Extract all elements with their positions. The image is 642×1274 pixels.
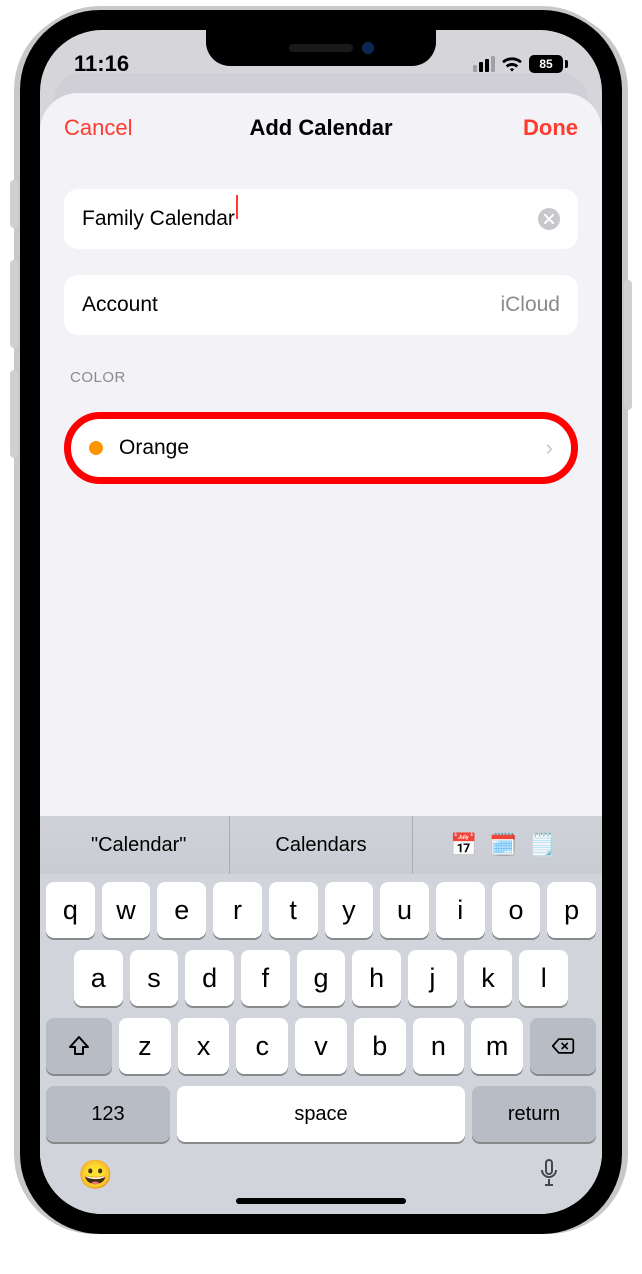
predictive-suggestion-1[interactable]: "Calendar" <box>48 816 230 874</box>
key-i[interactable]: i <box>436 882 485 938</box>
phone-frame: 11:16 85 Cancel Add Calendar Done <box>20 10 622 1234</box>
color-row[interactable]: Orange › <box>71 419 571 477</box>
key-k[interactable]: k <box>464 950 513 1006</box>
key-p[interactable]: p <box>547 882 596 938</box>
notch <box>206 30 436 66</box>
dictation-icon[interactable] <box>534 1158 564 1188</box>
return-key[interactable]: return <box>472 1086 596 1142</box>
color-section-label: COLOR <box>70 369 572 386</box>
key-x[interactable]: x <box>178 1018 230 1074</box>
key-n[interactable]: n <box>413 1018 465 1074</box>
calendar-name-row[interactable]: Family Calendar <box>64 189 578 249</box>
key-y[interactable]: y <box>325 882 374 938</box>
key-r[interactable]: r <box>213 882 262 938</box>
keyboard: qwertyuiop asdfghjkl zxcvbnm 123 space <box>40 874 602 1142</box>
key-g[interactable]: g <box>297 950 346 1006</box>
cell-signal-icon <box>473 56 495 72</box>
cancel-button[interactable]: Cancel <box>64 115 132 141</box>
predictive-bar: "Calendar" Calendars 📅 🗓️ 🗒️ <box>40 816 602 874</box>
key-s[interactable]: s <box>130 950 179 1006</box>
predictive-suggestion-2[interactable]: Calendars <box>230 816 412 874</box>
key-t[interactable]: t <box>269 882 318 938</box>
account-group: Account iCloud <box>64 275 578 335</box>
predictive-emoji-group[interactable]: 📅 🗓️ 🗒️ <box>413 816 594 874</box>
account-value: iCloud <box>500 293 560 317</box>
key-f[interactable]: f <box>241 950 290 1006</box>
battery-percent: 85 <box>539 58 552 70</box>
key-z[interactable]: z <box>119 1018 171 1074</box>
battery-icon: 85 <box>529 55 568 73</box>
status-time: 11:16 <box>74 51 129 77</box>
color-name: Orange <box>119 436 189 460</box>
key-v[interactable]: v <box>295 1018 347 1074</box>
shift-key[interactable] <box>46 1018 112 1074</box>
key-q[interactable]: q <box>46 882 95 938</box>
key-h[interactable]: h <box>352 950 401 1006</box>
calendar-emoji-2[interactable]: 🗓️ <box>484 832 523 858</box>
calendar-name-group: Family Calendar <box>64 189 578 249</box>
account-label: Account <box>82 293 158 317</box>
account-row[interactable]: Account iCloud <box>64 275 578 335</box>
color-group: Orange › <box>64 412 578 484</box>
done-button[interactable]: Done <box>523 115 578 141</box>
emoji-keyboard-icon[interactable]: 😀 <box>78 1158 108 1188</box>
navbar: Cancel Add Calendar Done <box>40 93 602 159</box>
key-e[interactable]: e <box>157 882 206 938</box>
key-u[interactable]: u <box>380 882 429 938</box>
numbers-key[interactable]: 123 <box>46 1086 170 1142</box>
chevron-right-icon: › <box>546 435 553 461</box>
key-a[interactable]: a <box>74 950 123 1006</box>
home-indicator[interactable] <box>236 1198 406 1204</box>
keyboard-bottom-bar: 😀 <box>40 1154 602 1188</box>
keyboard-area: "Calendar" Calendars 📅 🗓️ 🗒️ qwertyuiop … <box>40 816 602 1214</box>
key-o[interactable]: o <box>492 882 541 938</box>
space-key[interactable]: space <box>177 1086 465 1142</box>
add-calendar-sheet: Cancel Add Calendar Done Family Calendar <box>40 93 602 1214</box>
key-m[interactable]: m <box>471 1018 523 1074</box>
color-swatch-icon <box>89 441 103 455</box>
clear-text-icon[interactable] <box>538 208 560 230</box>
key-l[interactable]: l <box>519 950 568 1006</box>
backspace-key[interactable] <box>530 1018 596 1074</box>
calendar-emoji-3[interactable]: 🗒️ <box>523 832 562 858</box>
key-j[interactable]: j <box>408 950 457 1006</box>
calendar-emoji-1[interactable]: 📅 <box>444 832 483 858</box>
wifi-icon <box>501 55 523 73</box>
key-b[interactable]: b <box>354 1018 406 1074</box>
key-w[interactable]: w <box>102 882 151 938</box>
key-c[interactable]: c <box>236 1018 288 1074</box>
key-d[interactable]: d <box>185 950 234 1006</box>
